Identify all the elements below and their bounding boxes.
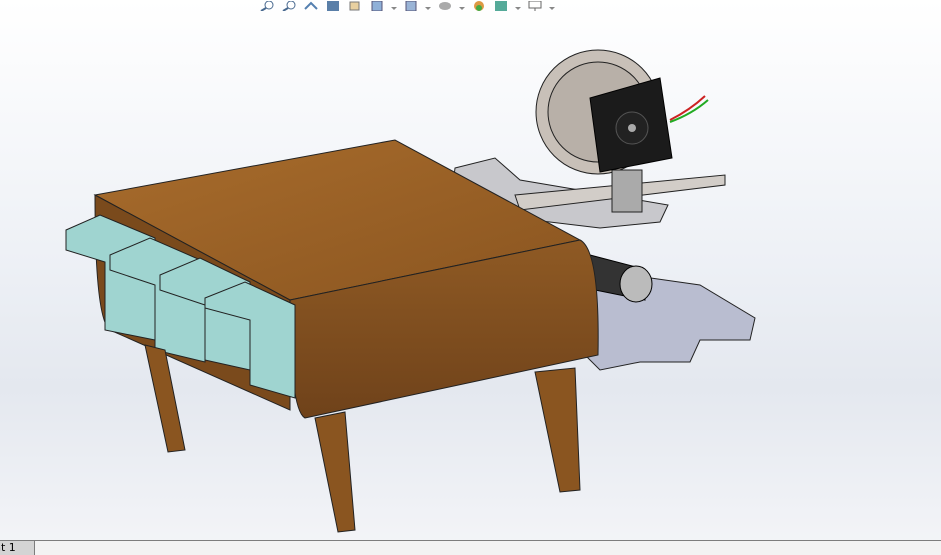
view-orientation-button[interactable] (368, 0, 386, 11)
dynamic-annotation-button[interactable] (346, 0, 364, 11)
display-style-button[interactable] (402, 0, 420, 11)
view-settings-icon (528, 1, 542, 11)
apply-scene-icon (495, 1, 507, 11)
hide-show-items-icon (439, 2, 451, 10)
chevron-down-icon (549, 7, 555, 10)
edit-appearance-icon (474, 1, 484, 11)
hide-show-dropdown[interactable] (458, 0, 466, 11)
display-style-icon (405, 1, 417, 11)
zoom-to-area-button[interactable] (280, 0, 298, 11)
display-style-dropdown[interactable] (424, 0, 432, 11)
edit-appearance-button[interactable] (470, 0, 488, 11)
previous-view-icon (304, 1, 318, 10)
view-settings-dropdown[interactable] (548, 0, 556, 11)
heads-up-view-toolbar (258, 0, 556, 12)
chevron-down-icon (459, 7, 465, 10)
graphics-area-3d-model[interactable] (0, 12, 941, 540)
previous-view-button[interactable] (302, 0, 320, 11)
motion-study-tab[interactable]: nt 1 (0, 541, 35, 555)
zoom-to-fit-icon (260, 1, 274, 11)
view-settings-button[interactable] (526, 0, 544, 11)
view-orientation-icon (371, 1, 383, 11)
chevron-down-icon (391, 7, 397, 10)
apply-scene-button[interactable] (492, 0, 510, 11)
dynamic-annotation-icon (349, 1, 360, 11)
apply-scene-dropdown[interactable] (514, 0, 522, 11)
zoom-to-area-icon (282, 1, 296, 11)
section-view-button[interactable] (324, 0, 342, 11)
zoom-to-fit-button[interactable] (258, 0, 276, 11)
chevron-down-icon (425, 7, 431, 10)
chevron-down-icon (515, 7, 521, 10)
hide-show-items-button[interactable] (436, 0, 454, 11)
motion-study-tab-bar: nt 1 (0, 540, 941, 555)
section-view-icon (327, 1, 339, 11)
view-orientation-dropdown[interactable] (390, 0, 398, 11)
